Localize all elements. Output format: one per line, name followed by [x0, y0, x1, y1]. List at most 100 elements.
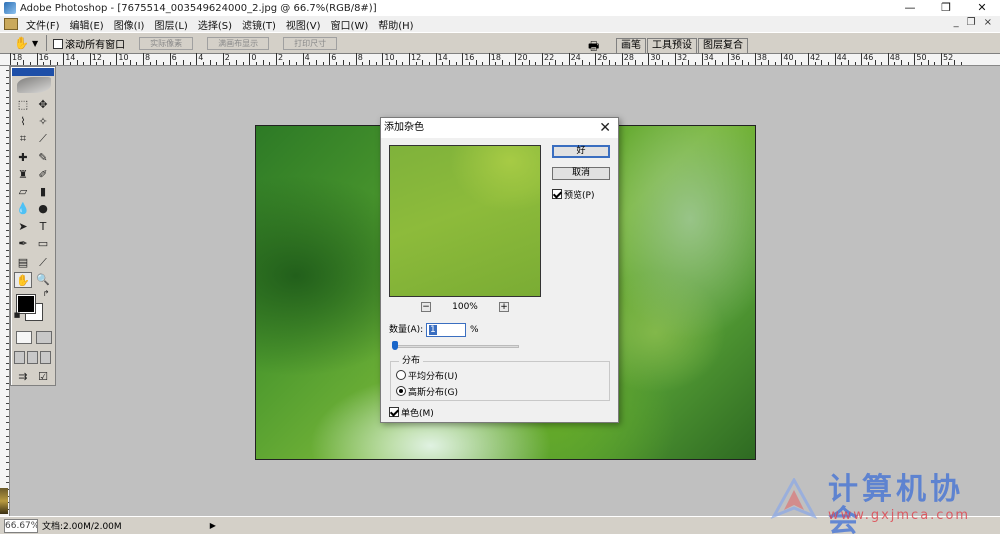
full-screen-mode-button[interactable] — [40, 351, 51, 364]
ruler-minor-tick — [389, 62, 391, 65]
tab-brushes[interactable]: 画笔 — [616, 38, 646, 53]
notes-tool-icon[interactable]: ▤ — [14, 255, 32, 271]
tab-tool-presets[interactable]: 工具预设 — [647, 38, 697, 53]
menu-view[interactable]: 视图(V) — [281, 17, 326, 32]
pen-tool-icon[interactable]: ✒ — [14, 236, 32, 252]
doc-minimize-button[interactable]: _ — [954, 17, 959, 28]
history-brush-tool-icon[interactable]: ✐ — [34, 167, 52, 183]
ruler-minor-tick — [422, 60, 424, 65]
restore-button[interactable]: ❐ — [928, 0, 964, 16]
rectangle-tool-icon[interactable]: ▭ — [34, 236, 52, 252]
hand-tool-button-icon[interactable]: ✋ — [14, 272, 32, 288]
move-tool-icon[interactable]: ✥ — [34, 97, 52, 113]
ruler-minor-tick — [635, 60, 637, 65]
clone-stamp-tool-icon[interactable]: ♜ — [14, 167, 32, 183]
close-button[interactable]: ✕ — [964, 0, 1000, 16]
uniform-radio[interactable]: 平均分布(U) — [396, 370, 458, 383]
menu-file[interactable]: 文件(F) — [21, 17, 65, 32]
full-screen-menu-mode-button[interactable] — [27, 351, 38, 364]
dialog-close-icon[interactable]: ✕ — [599, 118, 611, 138]
doc-close-button[interactable]: × — [984, 17, 992, 28]
ruler-minor-tick — [6, 462, 9, 464]
document-icon[interactable] — [4, 18, 18, 30]
filter-preview[interactable] — [389, 145, 541, 297]
menu-window[interactable]: 窗口(W) — [326, 17, 374, 32]
ruler-minor-tick — [934, 62, 936, 65]
ruler-tick — [701, 53, 703, 65]
menu-select[interactable]: 选择(S) — [193, 17, 237, 32]
doc-restore-button[interactable]: ❐ — [967, 17, 976, 28]
vertical-ruler[interactable] — [0, 66, 10, 517]
ruler-minor-tick — [601, 62, 603, 65]
menu-edit[interactable]: 编辑(E) — [65, 17, 109, 32]
menu-layer[interactable]: 图层(L) — [149, 17, 192, 32]
tool-preset-dropdown-icon[interactable]: ▼ — [32, 39, 38, 48]
ruler-minor-tick — [6, 449, 9, 451]
slice-tool-icon[interactable]: ⟋ — [34, 131, 52, 147]
monochromatic-checkbox[interactable]: 单色(M) — [389, 407, 434, 420]
menu-image[interactable]: 图像(I) — [109, 17, 150, 32]
standard-mode-button[interactable] — [16, 331, 32, 344]
menu-help[interactable]: 帮助(H) — [373, 17, 418, 32]
minimize-button[interactable]: — — [892, 0, 928, 16]
swap-colors-icon[interactable]: ↱ — [41, 289, 51, 299]
ruler-minor-tick — [708, 62, 710, 65]
zoom-out-button[interactable]: − — [421, 302, 431, 312]
quick-mask-mode-button[interactable] — [36, 331, 52, 344]
gradient-tool-icon[interactable]: ▮ — [34, 184, 52, 200]
ruler-minor-tick — [867, 62, 869, 65]
edit-in-imageready-icon[interactable]: ☑ — [34, 369, 52, 385]
status-menu-arrow-icon[interactable]: ▶ — [210, 521, 216, 530]
menu-bar: 文件(F) 编辑(E) 图像(I) 图层(L) 选择(S) 滤镜(T) 视图(V… — [0, 16, 1000, 32]
toolbox-titlebar[interactable] — [12, 68, 54, 76]
horizontal-ruler[interactable]: 18 16 14 12 10 8 6 4 2 0 2 4 6 8 10 12 14 16 18 20 22 24 26 28 3… — [0, 53, 1000, 66]
amount-slider-thumb[interactable] — [392, 341, 399, 350]
zoom-level-field[interactable]: 66.67% — [4, 518, 38, 533]
ruler-minor-tick — [23, 60, 25, 65]
ruler-minor-tick — [342, 60, 344, 65]
blur-tool-icon[interactable]: 💧 — [14, 201, 32, 217]
crop-tool-icon[interactable]: ⌗ — [14, 131, 32, 147]
cancel-button[interactable]: 取消 — [552, 167, 610, 180]
gaussian-radio[interactable]: 高斯分布(G) — [396, 386, 458, 399]
ruler-tick — [941, 53, 942, 65]
menu-filter[interactable]: 滤镜(T) — [237, 17, 281, 32]
ruler-minor-tick — [6, 302, 9, 304]
marquee-tool-icon[interactable]: ⬚ — [14, 97, 32, 113]
jump-to-imageready-icon[interactable]: ⇉ — [14, 369, 32, 385]
ruler-tick — [914, 53, 916, 65]
ruler-minor-tick — [69, 62, 71, 65]
eyedropper-tool-icon[interactable]: ⟋ — [34, 255, 52, 271]
amount-input[interactable]: 1 — [426, 323, 466, 337]
dodge-tool-icon[interactable]: ● — [34, 201, 52, 217]
standard-screen-mode-button[interactable] — [14, 351, 25, 364]
magic-wand-tool-icon[interactable]: ✧ — [34, 114, 52, 130]
ruler-minor-tick — [295, 62, 297, 65]
actual-pixels-button[interactable]: 实际像素 — [139, 36, 194, 50]
path-selection-tool-icon[interactable]: ➤ — [14, 219, 32, 235]
amount-slider-track[interactable] — [393, 345, 519, 348]
brush-tool-icon[interactable]: ✎ — [34, 150, 52, 166]
default-colors-icon[interactable]: ■ — [13, 311, 21, 319]
ruler-minor-tick — [6, 276, 9, 278]
fit-screen-button[interactable]: 满画布显示 — [207, 36, 270, 50]
type-tool-icon[interactable]: T — [34, 219, 52, 235]
ruler-tick — [143, 53, 144, 65]
ruler-minor-tick — [242, 62, 244, 65]
preview-checkbox[interactable]: 预览(P) — [552, 189, 594, 202]
lasso-tool-icon[interactable]: ⌇ — [14, 114, 32, 130]
zoom-in-button[interactable]: + — [498, 302, 509, 312]
ruler-tick — [781, 53, 783, 65]
eraser-tool-icon[interactable]: ▱ — [14, 184, 32, 200]
ok-button[interactable]: 好 — [552, 145, 610, 158]
dialog-titlebar[interactable]: 添加杂色 ✕ — [381, 118, 618, 138]
scroll-all-windows-checkbox[interactable]: 滚动所有窗口 — [53, 36, 125, 51]
hand-tool-icon[interactable]: ✋ — [14, 36, 32, 50]
healing-brush-tool-icon[interactable]: ✚ — [14, 150, 32, 166]
zoom-tool-icon[interactable]: 🔍 — [34, 272, 52, 288]
tab-layer-comps[interactable]: 图层复合 — [698, 38, 748, 53]
print-size-button[interactable]: 打印尺寸 — [283, 36, 338, 50]
ruler-tick-label: 48 — [889, 53, 900, 62]
printer-icon[interactable]: 🖶 — [588, 37, 610, 53]
ruler-tick-label: 18 — [490, 53, 501, 62]
